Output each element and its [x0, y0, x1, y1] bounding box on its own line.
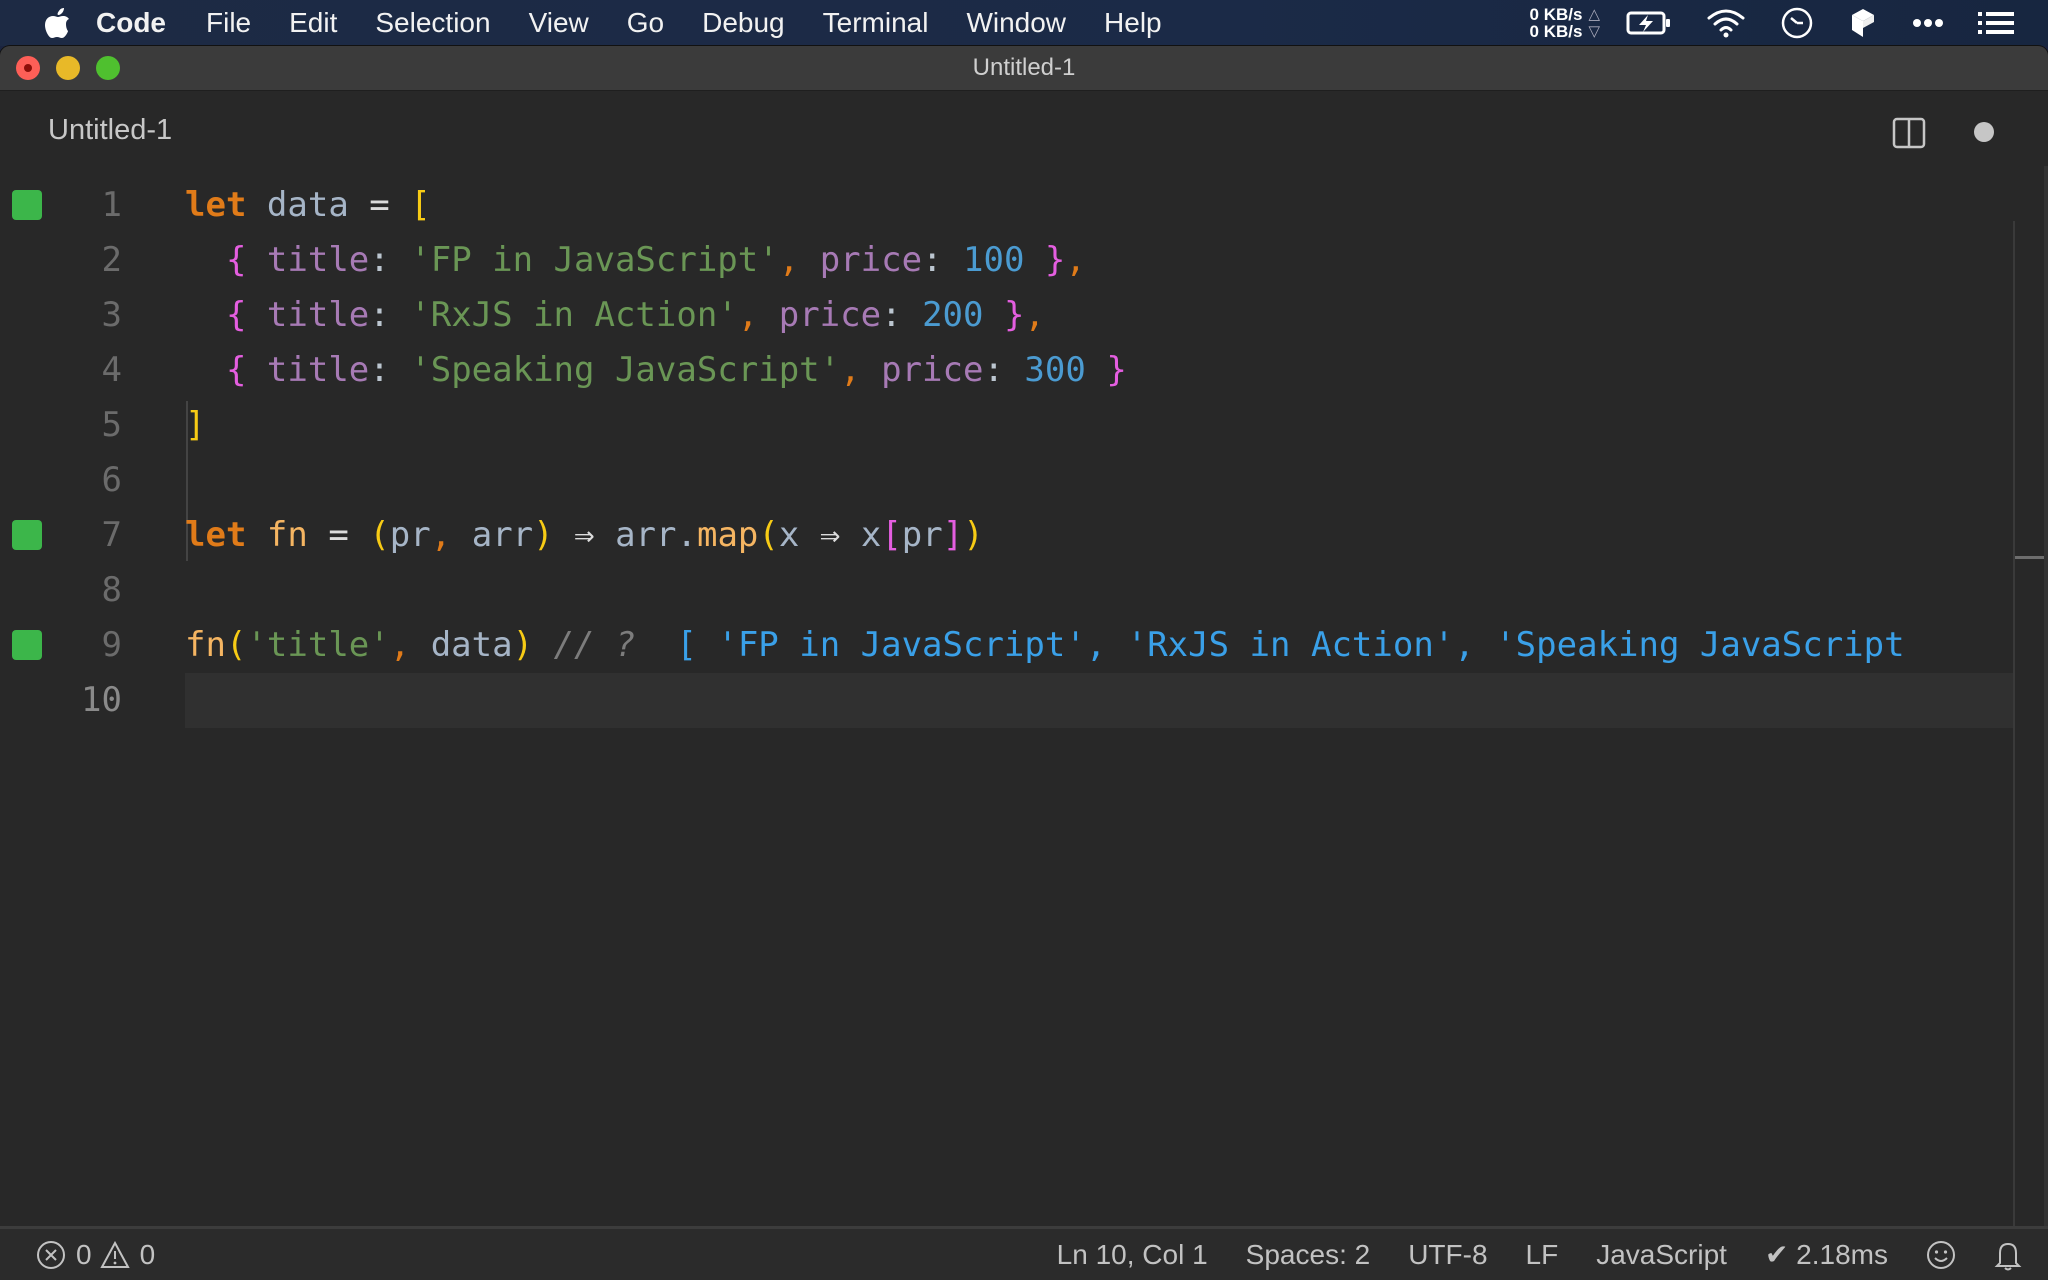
code-line[interactable]: 6 — [0, 453, 2048, 508]
code-text: { title: 'FP in JavaScript', price: 100 … — [225, 240, 1086, 280]
wifi-icon[interactable] — [1706, 8, 1746, 38]
code-editor[interactable]: 1 let data = [ 2 { title: 'FP in JavaScr… — [0, 166, 2048, 1226]
split-editor-icon[interactable] — [1892, 117, 1926, 154]
line-number: 3 — [101, 295, 122, 335]
code-line[interactable]: 3 { title: 'RxJS in Action', price: 200 … — [0, 288, 2048, 343]
feedback-smiley-icon[interactable] — [1926, 1240, 1956, 1270]
network-arrows: △ ▽ — [1588, 6, 1600, 40]
network-speed[interactable]: 0 KB/s 0 KB/s — [1530, 6, 1583, 40]
current-line-highlight[interactable] — [185, 673, 2013, 728]
code-line[interactable]: 7 let fn = (pr, arr) ⇒ arr.map(x ⇒ x[pr]… — [0, 508, 2048, 563]
code-text: let data = [ — [185, 185, 431, 225]
inline-result: [ 'FP in JavaScript', 'RxJS in Action', … — [676, 625, 1905, 665]
code-text: ] — [185, 405, 206, 445]
vertical-scrollbar[interactable] — [2044, 166, 2048, 1226]
apple-menu-icon[interactable] — [40, 7, 74, 39]
unsaved-changes-dot[interactable] — [1974, 122, 1994, 142]
code-line[interactable]: 5 ] — [0, 398, 2048, 453]
line-number: 7 — [101, 515, 122, 555]
menu-edit[interactable]: Edit — [289, 7, 337, 39]
status-bar-right: Ln 10, Col 1 Spaces: 2 UTF-8 LF JavaScri… — [1019, 1229, 2022, 1280]
title-bar[interactable]: Untitled-1 — [0, 46, 2048, 91]
line-number: 2 — [101, 240, 122, 280]
menu-app-name[interactable]: Code — [96, 7, 166, 39]
menu-help[interactable]: Help — [1104, 7, 1162, 39]
menu-debug[interactable]: Debug — [702, 7, 785, 39]
problems-indicator[interactable]: 0 0 — [36, 1229, 163, 1280]
status-bar: 0 0 Ln 10, Col 1 Spaces: 2 UTF-8 LF Java… — [0, 1226, 2048, 1280]
download-speed: 0 KB/s — [1529, 22, 1583, 41]
error-icon — [36, 1240, 66, 1270]
line-number: 9 — [101, 625, 122, 665]
code-line[interactable]: 8 — [0, 563, 2048, 618]
end-of-line[interactable]: LF — [1526, 1239, 1559, 1271]
menu-window[interactable]: Window — [966, 7, 1066, 39]
cube-app-icon[interactable] — [1848, 6, 1878, 40]
indentation-setting[interactable]: Spaces: 2 — [1246, 1239, 1371, 1271]
menu-extras: 0 KB/s 0 KB/s △ ▽ — [1530, 0, 2048, 46]
coverage-marker-icon — [12, 190, 42, 220]
line-number: 1 — [101, 185, 122, 225]
upload-arrow-icon: △ — [1588, 6, 1600, 23]
menu-view[interactable]: View — [529, 7, 589, 39]
line-number: 5 — [101, 405, 122, 445]
menu-terminal[interactable]: Terminal — [823, 7, 929, 39]
coverage-marker-icon — [12, 630, 42, 660]
download-arrow-icon: ▽ — [1588, 23, 1600, 40]
code-line[interactable]: 1 let data = [ — [0, 178, 2048, 233]
code-text: let fn = (pr, arr) ⇒ arr.map(x ⇒ x[pr]) — [185, 515, 984, 555]
time-machine-icon[interactable] — [1780, 6, 1814, 40]
overview-ruler — [2013, 221, 2015, 1226]
code-line[interactable]: 9 fn('title', data) // ? [ 'FP in JavaSc… — [0, 618, 2048, 673]
menu-go[interactable]: Go — [627, 7, 664, 39]
editor-tab-bar: Untitled-1 — [0, 91, 2048, 166]
quokka-comment: // ? — [553, 625, 636, 665]
line-number: 8 — [101, 570, 122, 610]
line-number: 6 — [101, 460, 122, 500]
notification-list-icon[interactable] — [1978, 11, 2014, 35]
line-number: 4 — [101, 350, 122, 390]
quokka-timing[interactable]: ✔ 2.18ms — [1765, 1238, 1888, 1271]
code-line[interactable]: 2 { title: 'FP in JavaScript', price: 10… — [0, 233, 2048, 288]
more-icon[interactable] — [1912, 18, 1944, 28]
battery-charging-icon[interactable] — [1626, 10, 1672, 36]
notifications-bell-icon[interactable] — [1994, 1239, 2022, 1271]
vscode-window: Untitled-1 Untitled-1 1 let data = [ 2 {… — [0, 46, 2048, 1280]
upload-speed: 0 KB/s — [1529, 5, 1583, 24]
code-line[interactable]: 4 { title: 'Speaking JavaScript', price:… — [0, 343, 2048, 398]
line-number: 10 — [81, 680, 122, 720]
file-encoding[interactable]: UTF-8 — [1408, 1239, 1487, 1271]
tab-untitled-1[interactable]: Untitled-1 — [48, 91, 172, 169]
macos-menu-bar: Code File Edit Selection View Go Debug T… — [0, 0, 2048, 46]
menu-selection[interactable]: Selection — [375, 7, 490, 39]
warning-icon — [99, 1240, 130, 1269]
code-line[interactable]: 10 — [0, 673, 185, 728]
coverage-marker-icon — [12, 520, 42, 550]
code-text: { title: 'Speaking JavaScript', price: 3… — [225, 350, 1127, 390]
language-mode[interactable]: JavaScript — [1596, 1239, 1727, 1271]
cursor-position[interactable]: Ln 10, Col 1 — [1057, 1239, 1208, 1271]
menu-file[interactable]: File — [206, 7, 251, 39]
window-title: Untitled-1 — [972, 54, 1076, 81]
code-text: { title: 'RxJS in Action', price: 200 }, — [225, 295, 1045, 335]
warning-count: 0 — [139, 1238, 156, 1270]
code-text: fn('title', data) // ? [ 'FP in JavaScri… — [185, 625, 1905, 665]
error-count: 0 — [76, 1238, 92, 1270]
